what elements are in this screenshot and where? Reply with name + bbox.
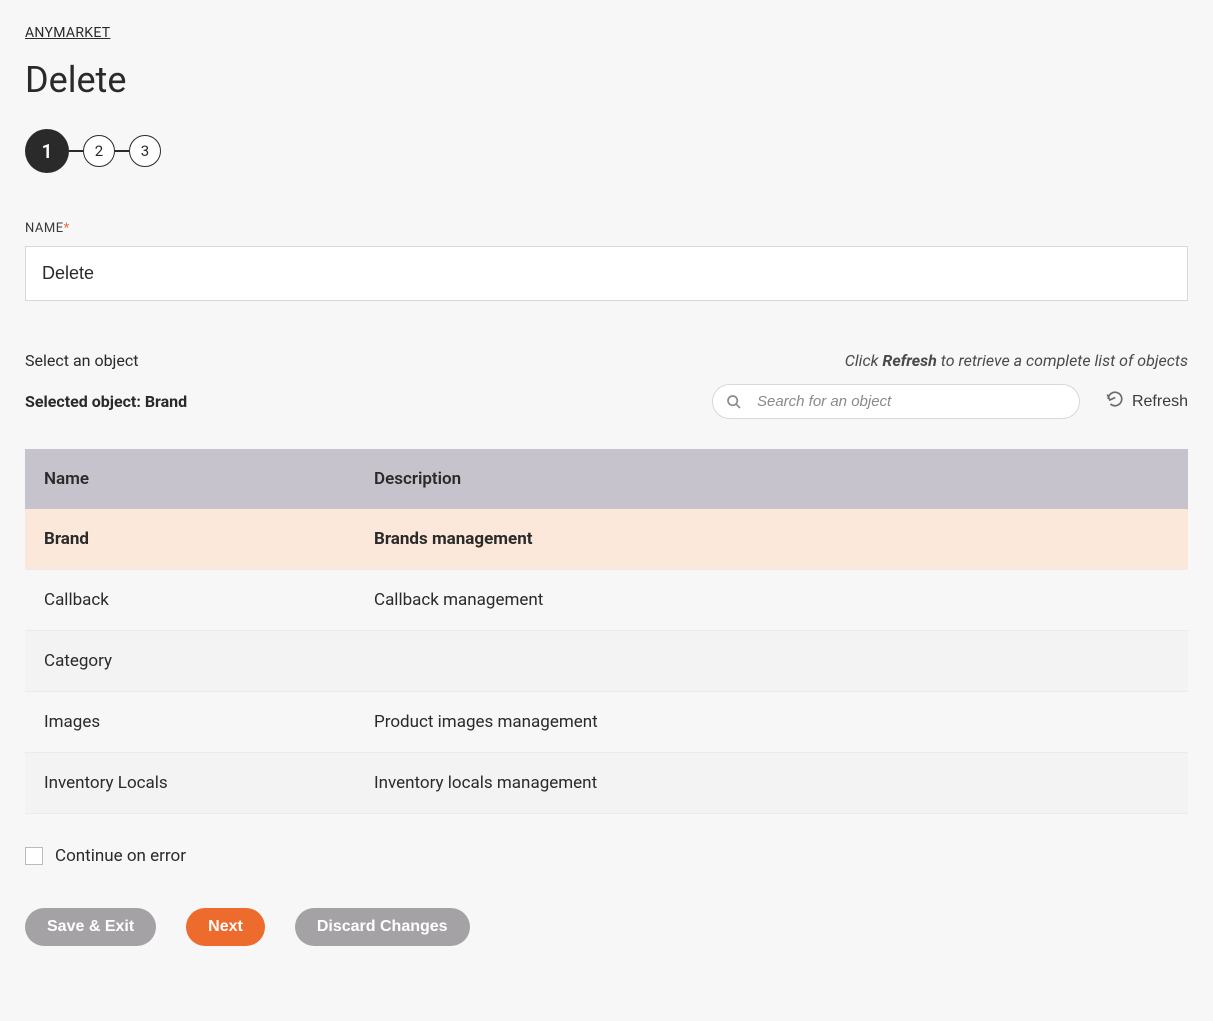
cell-name: Callback [25, 570, 355, 631]
refresh-button[interactable]: Refresh [1106, 390, 1188, 413]
cell-name: Brand [25, 509, 355, 570]
continue-on-error-label[interactable]: Continue on error [55, 846, 186, 866]
next-button[interactable]: Next [186, 908, 265, 946]
column-header-name[interactable]: Name [25, 449, 355, 509]
step-connector [115, 150, 129, 152]
discard-button[interactable]: Discard Changes [295, 908, 470, 946]
refresh-hint: Click Refresh to retrieve a complete lis… [845, 351, 1188, 370]
table-row[interactable]: ImagesProduct images management [25, 692, 1188, 753]
table-row[interactable]: Inventory LocalsInventory locals managem… [25, 753, 1188, 814]
select-object-label: Select an object [25, 351, 138, 370]
required-indicator: * [64, 221, 70, 236]
step-connector [69, 150, 83, 152]
cell-name: Category [25, 631, 355, 692]
table-scroll[interactable]: Name Description BrandBrands managementC… [25, 449, 1188, 814]
name-label: NAME* [25, 221, 1188, 236]
page-title: Delete [25, 59, 1188, 101]
cell-name: Images [25, 692, 355, 753]
cell-name: Inventory Locals [25, 753, 355, 814]
cell-description: Callback management [355, 570, 1188, 631]
save-exit-button[interactable]: Save & Exit [25, 908, 156, 946]
step-2[interactable]: 2 [83, 135, 115, 167]
object-table: Name Description BrandBrands managementC… [25, 449, 1188, 814]
search-icon [726, 394, 742, 410]
continue-on-error-checkbox[interactable] [25, 847, 43, 865]
name-input[interactable] [25, 246, 1188, 301]
cell-description: Inventory locals management [355, 753, 1188, 814]
table-row[interactable]: Category [25, 631, 1188, 692]
cell-description [355, 631, 1188, 692]
cell-description: Product images management [355, 692, 1188, 753]
stepper: 1 2 3 [25, 129, 1188, 173]
cell-description: Brands management [355, 509, 1188, 570]
refresh-label: Refresh [1132, 393, 1188, 411]
refresh-icon [1106, 390, 1124, 413]
selected-object-label: Selected object: Brand [25, 392, 187, 411]
table-row[interactable]: BrandBrands management [25, 509, 1188, 570]
step-3[interactable]: 3 [129, 135, 161, 167]
search-input[interactable] [712, 384, 1080, 419]
table-row[interactable]: CallbackCallback management [25, 570, 1188, 631]
column-header-description[interactable]: Description [355, 449, 1188, 509]
breadcrumb[interactable]: ANYMARKET [25, 25, 1188, 41]
step-1[interactable]: 1 [25, 129, 69, 173]
